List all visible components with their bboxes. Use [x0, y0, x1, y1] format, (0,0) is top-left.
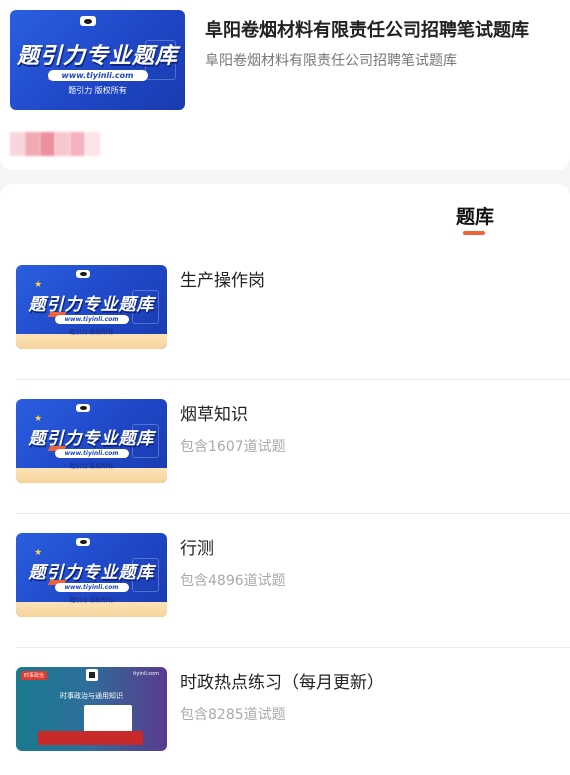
cover-slogan: 题引力专业题库 [28, 429, 155, 450]
tab-question-bank[interactable]: 题库 [456, 202, 494, 229]
product-subtitle: 阜阳卷烟材料有限责任公司招聘笔试题库 [205, 53, 457, 69]
logo-icon [80, 16, 96, 26]
logo-icon [76, 538, 90, 547]
cover-url: www.tiyinli.com [54, 315, 129, 325]
qr-code-icon [86, 669, 98, 681]
list-item[interactable]: ★ 题引力专业题库 www.tiyinli.com 题引力 版权所有 生产操作岗 [0, 246, 570, 380]
item-name: 生产操作岗 [180, 271, 265, 291]
cover-site: tiyinli.com [133, 671, 159, 677]
item-count: 包含4896道试题 [180, 573, 286, 589]
star-icon: ★ [34, 280, 43, 291]
cover-headline: 时事政治与通用知识 [60, 692, 123, 700]
item-name: 烟草知识 [180, 405, 248, 425]
cover-red-band [38, 731, 143, 745]
cover-slogan: 题引力专业题库 [16, 44, 178, 69]
item-cover-image: ★ 题引力专业题库 www.tiyinli.com 题引力 版权所有 [16, 265, 167, 349]
blurred-user-info [10, 132, 100, 156]
logo-icon [76, 270, 90, 279]
list-item[interactable]: ★ 题引力专业题库 www.tiyinli.com 题引力 版权所有 行测 包含… [0, 514, 570, 648]
star-icon: ★ [34, 548, 43, 559]
product-header: 题引力专业题库 www.tiyinli.com 题引力 版权所有 阜阳卷烟材料有… [0, 0, 570, 170]
star-icon: ★ [34, 414, 43, 425]
item-name: 行测 [180, 539, 214, 559]
list-item[interactable]: 时事政治 tiyinli.com 时事政治与通用知识 时政热点练习（每月更新） … [0, 648, 570, 775]
cover-rights: 题引力 版权所有 [69, 597, 114, 605]
product-title: 阜阳卷烟材料有限责任公司招聘笔试题库 [205, 20, 529, 41]
item-count: 包含1607道试题 [180, 439, 286, 455]
question-bank-panel: 题库 ★ 题引力专业题库 www.tiyinli.com 题引力 版权所有 生产… [0, 184, 570, 775]
cover-slogan: 题引力专业题库 [28, 563, 155, 584]
cover-url: www.tiyinli.com [54, 449, 129, 459]
cover-band [16, 467, 167, 483]
cover-url: www.tiyinli.com [54, 583, 129, 593]
item-cover-image: ★ 题引力专业题库 www.tiyinli.com 题引力 版权所有 [16, 399, 167, 483]
cover-band [16, 601, 167, 617]
item-count: 包含8285道试题 [180, 707, 286, 723]
cover-rights: 题引力 版权所有 [69, 329, 114, 337]
tab-active-indicator [463, 231, 485, 235]
list-item[interactable]: ★ 题引力专业题库 www.tiyinli.com 题引力 版权所有 烟草知识 … [0, 380, 570, 514]
cover-rights: 题引力 版权所有 [68, 86, 127, 95]
item-cover-image: ★ 题引力专业题库 www.tiyinli.com 题引力 版权所有 [16, 533, 167, 617]
cover-band [16, 333, 167, 349]
product-cover-image[interactable]: 题引力专业题库 www.tiyinli.com 题引力 版权所有 [10, 10, 185, 110]
item-name: 时政热点练习（每月更新） [180, 673, 384, 693]
logo-icon [76, 404, 90, 413]
cover-rights: 题引力 版权所有 [69, 463, 114, 471]
item-cover-image: 时事政治 tiyinli.com 时事政治与通用知识 [16, 667, 167, 751]
cover-slogan: 题引力专业题库 [28, 295, 155, 316]
cover-url: www.tiyinli.com [47, 70, 148, 81]
cover-tag: 时事政治 [21, 671, 48, 680]
